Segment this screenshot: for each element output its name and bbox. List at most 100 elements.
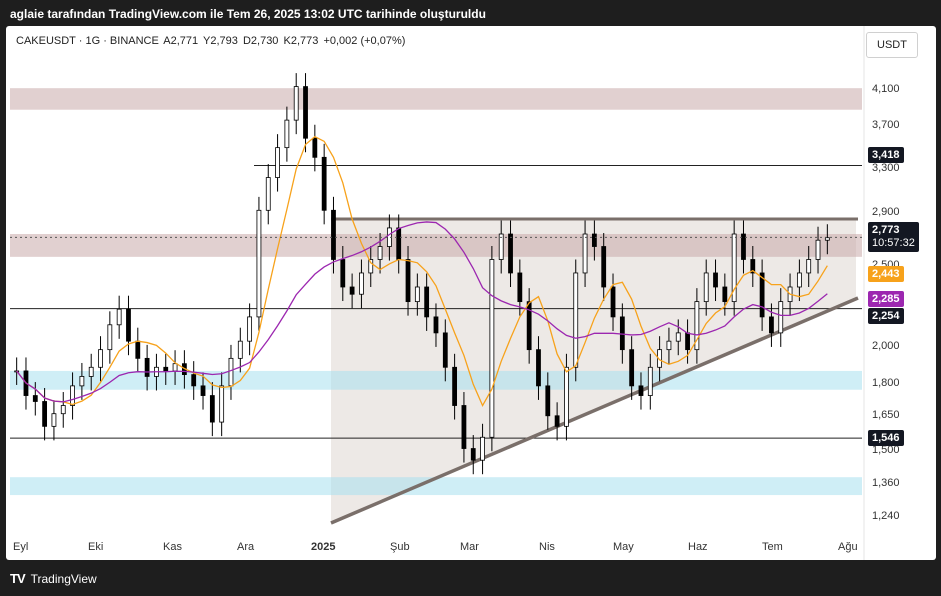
candle-body xyxy=(545,385,551,417)
tradingview-logo-icon: TV xyxy=(10,571,26,586)
candle-body xyxy=(303,86,308,139)
candle-body xyxy=(88,366,94,377)
candle-body xyxy=(461,405,467,449)
current-price-tag: 2,773 10:57:32 xyxy=(868,222,919,252)
candle-body xyxy=(815,239,821,260)
candle-body xyxy=(638,385,644,396)
candle-body xyxy=(219,385,225,423)
time-tick: Eyl xyxy=(13,541,29,553)
candle-body xyxy=(424,286,430,318)
candle-body xyxy=(591,233,597,247)
candle-body xyxy=(508,233,513,274)
tradingview-logo[interactable]: TV TradingView xyxy=(10,571,97,586)
candle-body xyxy=(414,286,420,303)
top-bar: aglaie tarafından TradingView.com ile Te… xyxy=(0,0,941,26)
candle-body xyxy=(582,233,588,274)
candle-body xyxy=(452,366,458,406)
price-tick: 2,900 xyxy=(872,206,900,218)
candle-body xyxy=(536,349,541,387)
candle-body xyxy=(79,376,85,387)
candle-body xyxy=(116,308,122,326)
candle-body xyxy=(144,357,150,377)
candle-body xyxy=(685,332,690,351)
candle-body xyxy=(480,436,485,461)
level-1546-tag: 1,546 xyxy=(868,430,904,446)
candle-body xyxy=(200,385,206,396)
price-tick: 4,100 xyxy=(872,83,900,95)
candle-body xyxy=(610,286,616,318)
candle-body xyxy=(191,374,197,387)
symbol-legend[interactable]: CAKEUSDT · 1G · BINANCE A2,771 Y2,793 D2… xyxy=(16,35,407,47)
candle-body xyxy=(331,209,336,260)
resistance-zone xyxy=(10,88,862,110)
candle-body xyxy=(470,448,476,461)
candle-body xyxy=(340,259,346,288)
candle-body xyxy=(265,177,271,211)
level-3418-tag: 3,418 xyxy=(868,147,904,163)
price-chart[interactable] xyxy=(6,26,936,560)
high-value: Y2,793 xyxy=(203,35,238,47)
orange-ma-tag: 2,443 xyxy=(868,266,904,282)
candle-body xyxy=(237,340,243,359)
candle-body xyxy=(703,272,709,303)
candle-body xyxy=(228,357,234,387)
candle-body xyxy=(126,308,131,342)
candle-body xyxy=(312,137,318,158)
candle-body xyxy=(359,272,364,295)
candle-body xyxy=(666,340,672,351)
price-tick: 3,700 xyxy=(872,119,900,131)
low-value: D2,730 xyxy=(242,35,279,47)
current-price-value: 2,773 xyxy=(872,224,900,236)
time-tick: Eki xyxy=(88,541,104,553)
candle-body xyxy=(796,272,802,288)
candle-body xyxy=(517,272,523,303)
currency-selector[interactable]: USDT xyxy=(866,32,918,58)
candle-body xyxy=(769,316,774,334)
time-tick: Nis xyxy=(539,541,555,553)
tradingview-brand: TradingView xyxy=(30,571,97,586)
candle-body xyxy=(107,324,113,351)
footer-bar: TV TradingView xyxy=(0,560,941,596)
candle-body xyxy=(713,272,718,288)
candle-body xyxy=(489,259,495,438)
candle-body xyxy=(321,156,327,211)
candle-body xyxy=(619,316,625,351)
bar-countdown: 10:57:32 xyxy=(872,237,915,249)
purple-ma-tag: 2,285 xyxy=(868,291,904,307)
time-tick: Ara xyxy=(237,541,255,553)
candle-body xyxy=(32,395,38,402)
candle-body xyxy=(42,401,48,427)
candle-body xyxy=(256,209,262,318)
price-tick: 1,240 xyxy=(872,510,900,522)
candle-body xyxy=(405,259,411,303)
time-tick: Şub xyxy=(390,541,410,553)
support-zone xyxy=(10,370,862,390)
candle-body xyxy=(554,415,560,427)
candle-body xyxy=(564,366,569,427)
time-tick: Tem xyxy=(762,541,783,553)
price-tick: 3,300 xyxy=(872,162,900,174)
candle-body xyxy=(377,246,383,260)
candle-body xyxy=(284,119,290,149)
time-tick: Ağu xyxy=(838,541,858,553)
chart-panel[interactable]: CAKEUSDT · 1G · BINANCE A2,771 Y2,793 D2… xyxy=(6,26,936,560)
candle-body xyxy=(442,332,448,368)
candle-body xyxy=(275,147,280,178)
time-tick: Kas xyxy=(163,541,182,553)
candle-body xyxy=(647,366,653,396)
symbol-name[interactable]: CAKEUSDT · 1G · BINANCE xyxy=(16,35,159,47)
candle-body xyxy=(824,237,830,241)
candle-body xyxy=(70,385,75,406)
candle-body xyxy=(163,366,169,372)
price-tick: 1,360 xyxy=(872,477,900,489)
price-tick: 1,800 xyxy=(872,377,900,389)
open-value: A2,771 xyxy=(163,35,199,47)
candle-body xyxy=(806,259,812,274)
candle-body xyxy=(601,246,607,288)
candle-body xyxy=(629,349,635,387)
candle-body xyxy=(722,286,728,303)
candle-body xyxy=(741,233,746,260)
candle-body xyxy=(573,272,579,368)
level-2254-tag: 2,254 xyxy=(868,308,904,324)
candle-body xyxy=(209,395,215,423)
